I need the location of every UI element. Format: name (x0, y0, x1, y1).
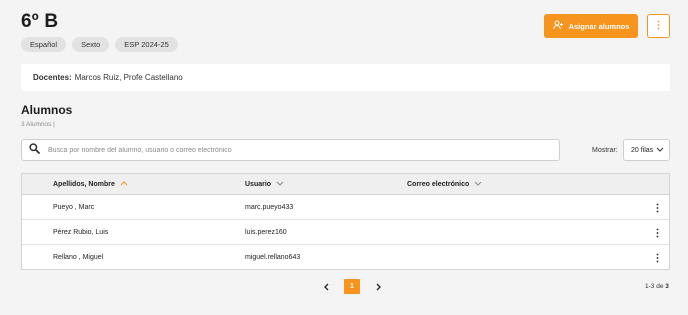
column-name[interactable]: Apellidos, Nombre (53, 181, 128, 188)
table-row[interactable]: Pérez Rubio, Luis luis.perez160 (22, 220, 669, 245)
row-more-icon[interactable] (652, 227, 662, 238)
tag-group-code: ESP 2024-25 (115, 37, 178, 52)
chevron-left-icon[interactable] (318, 279, 333, 294)
teachers-label: Docentes: (33, 73, 72, 82)
student-user: miguel.rellano643 (245, 254, 301, 261)
range-text: 1-3 de (645, 283, 664, 290)
class-tags: Español Sexto ESP 2024-25 (21, 37, 178, 52)
teachers-value: Marcos Ruiz, Profe Castellano (74, 73, 183, 82)
rows-per-page-value: 20 filas (631, 146, 654, 154)
person-add-icon (552, 20, 564, 32)
more-vertical-icon (657, 17, 660, 35)
column-name-label: Apellidos, Nombre (53, 181, 115, 188)
page-current-button[interactable]: 1 (344, 279, 360, 294)
search-box[interactable] (21, 139, 560, 161)
students-table: Apellidos, Nombre Usuario Correo electró… (21, 173, 670, 270)
tag-language: Español (21, 37, 67, 52)
column-email[interactable]: Correo electrónico (407, 181, 482, 188)
row-more-icon[interactable] (652, 202, 662, 213)
students-count: 3 Alumnos | (21, 121, 55, 128)
chevron-down-icon (276, 181, 284, 188)
row-more-icon[interactable] (652, 252, 662, 263)
chevron-right-icon[interactable] (371, 279, 386, 294)
column-user[interactable]: Usuario (245, 181, 284, 188)
student-user: marc.pueyo433 (245, 204, 294, 211)
pagination: 1 (318, 279, 386, 294)
page-title: 6º B (21, 11, 59, 32)
sort-up-icon (120, 181, 128, 188)
search-icon (29, 141, 40, 159)
student-user: luis.perez160 (245, 229, 287, 236)
assign-students-label: Asignar alumnos (568, 21, 630, 31)
range-total: 3 (665, 283, 669, 290)
more-options-button[interactable] (647, 14, 670, 38)
student-name: Rellano , Miguel (53, 254, 104, 261)
chevron-down-icon (474, 181, 482, 188)
column-user-label: Usuario (245, 181, 272, 188)
table-row[interactable]: Rellano , Miguel miguel.rellano643 (22, 245, 669, 270)
chevron-down-icon (656, 147, 664, 154)
rows-per-page-label: Mostrar: (592, 147, 618, 154)
students-title: Alumnos (21, 103, 73, 117)
assign-students-button[interactable]: Asignar alumnos (544, 14, 638, 38)
rows-per-page-select[interactable]: 20 filas (623, 139, 670, 161)
tag-grade: Sexto (72, 37, 110, 52)
student-name: Pueyo , Marc (53, 204, 95, 211)
table-row[interactable]: Pueyo , Marc marc.pueyo433 (22, 195, 669, 220)
pagination-range: 1-3 de 3 (645, 283, 669, 290)
teachers-panel: Docentes: Marcos Ruiz, Profe Castellano (21, 64, 670, 91)
student-name: Pérez Rubio, Luis (53, 229, 109, 236)
column-email-label: Correo electrónico (407, 181, 470, 188)
search-input[interactable] (48, 146, 538, 154)
table-header: Apellidos, Nombre Usuario Correo electró… (22, 174, 669, 195)
